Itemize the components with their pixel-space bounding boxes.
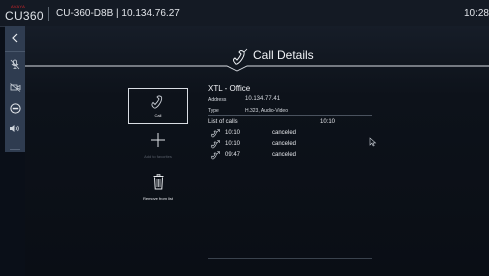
device-info: CU-360-D8B | 10.134.76.27 <box>56 8 180 19</box>
call-row[interactable]: 09:47 canceled <box>208 151 368 160</box>
outgoing-call-icon <box>210 129 220 138</box>
type-label: Type <box>208 108 219 114</box>
type-value: H.323, Audio-Video <box>245 108 288 114</box>
top-bar: AVAYA CU360 CU-360-D8B | 10.134.76.27 10… <box>0 0 489 27</box>
remove-from-list-button[interactable]: Remove from list <box>128 172 188 206</box>
sidebar <box>5 26 25 152</box>
volume-button[interactable] <box>5 120 25 136</box>
call-time: 10:10 <box>225 130 241 136</box>
call-button-label: Call <box>154 113 162 118</box>
header-divider <box>48 7 49 21</box>
outgoing-call-icon <box>210 151 220 160</box>
logo: AVAYA CU360 <box>5 4 44 23</box>
call-row[interactable]: 10:10 canceled <box>208 129 368 138</box>
call-status: canceled <box>272 152 297 158</box>
call-time: 10:10 <box>225 141 241 147</box>
address-value: 10.134.77.41 <box>245 96 281 102</box>
call-time: 09:47 <box>225 152 241 158</box>
do-not-disturb-icon <box>9 102 21 114</box>
add-to-favorites-label: Add to favorites <box>144 154 172 159</box>
title-underline <box>25 65 489 72</box>
camera-off-icon <box>9 82 20 92</box>
do-not-disturb-button[interactable] <box>5 100 25 116</box>
phone-handset-icon <box>151 95 163 109</box>
mic-muted-icon <box>10 59 20 69</box>
back-arrow-icon <box>12 33 18 43</box>
model-label: CU360 <box>5 9 44 23</box>
details-divider <box>208 115 372 116</box>
back-button[interactable] <box>5 30 25 46</box>
extra-icon <box>10 149 20 150</box>
calls-list-time: 10:10 <box>320 119 336 125</box>
extra-button[interactable] <box>5 142 25 158</box>
bottom-divider <box>208 258 372 259</box>
remove-from-list-label: Remove from list <box>142 196 173 201</box>
sidebar-divider <box>5 51 25 52</box>
add-to-favorites-button[interactable]: Add to favorites <box>128 130 188 162</box>
address-label: Address <box>208 97 227 103</box>
device-ip: 10.134.76.27 <box>121 8 180 19</box>
clock: 10:28 <box>463 8 489 19</box>
outgoing-call-icon <box>210 140 220 149</box>
call-status: canceled <box>272 130 297 136</box>
calls-list-title: List of calls <box>208 119 238 125</box>
mic-mute-button[interactable] <box>5 56 25 72</box>
mouse-cursor-icon <box>369 137 377 147</box>
trash-icon <box>153 174 164 190</box>
device-name: CU-360-D8B <box>56 8 114 19</box>
call-status: canceled <box>272 141 297 147</box>
page-title: Call Details <box>253 48 314 62</box>
call-row[interactable]: 10:10 canceled <box>208 140 368 149</box>
plus-icon <box>151 133 165 147</box>
camera-toggle-button[interactable] <box>5 79 25 95</box>
speaker-volume-icon <box>10 124 19 132</box>
call-button[interactable]: Call <box>128 88 188 124</box>
contact-name: XTL - Office <box>208 84 251 93</box>
